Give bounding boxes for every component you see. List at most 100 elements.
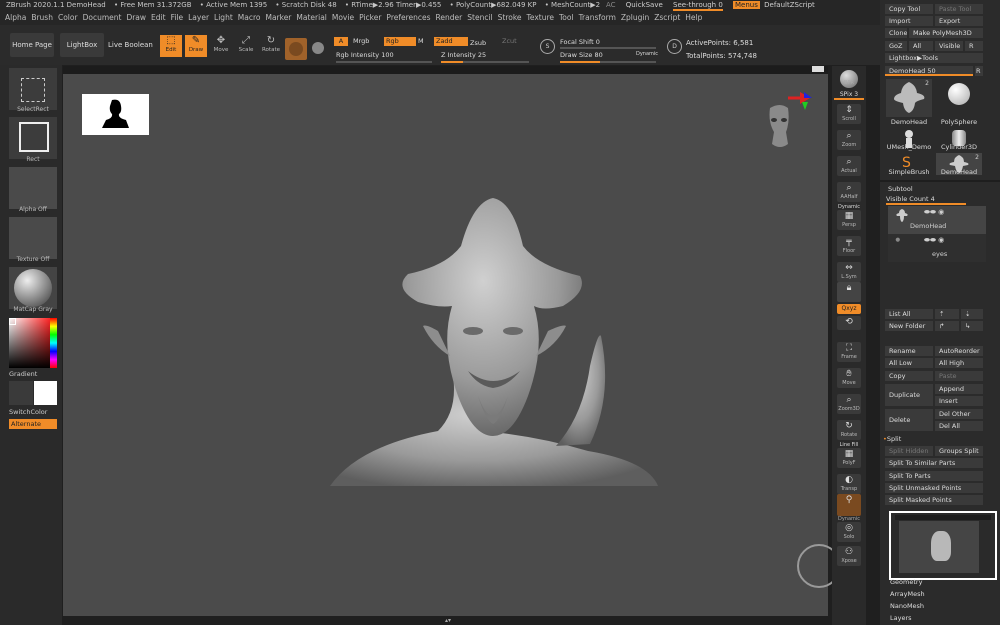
- menu-light[interactable]: Light: [214, 13, 233, 22]
- goz-visible-button[interactable]: Visible: [935, 41, 963, 51]
- material-swatch[interactable]: [285, 38, 307, 60]
- live-boolean-button[interactable]: Live Boolean: [108, 41, 153, 49]
- alternate-button[interactable]: Alternate: [9, 419, 57, 429]
- dynamic-toggle[interactable]: Dynamic: [636, 51, 658, 57]
- focal-shift-slider[interactable]: Focal Shift 0: [560, 38, 600, 46]
- menu-zscript[interactable]: Zscript: [654, 13, 680, 22]
- menu-document[interactable]: Document: [83, 13, 122, 22]
- transp-button[interactable]: ◐ Transp: [837, 474, 861, 494]
- brush-sphere-icon[interactable]: [312, 42, 324, 54]
- selectrect-button[interactable]: [9, 68, 57, 110]
- menu-tool[interactable]: Tool: [559, 13, 574, 22]
- autoreorder-button[interactable]: AutoReorder: [935, 346, 983, 356]
- menu-color[interactable]: Color: [58, 13, 78, 22]
- menu-alpha[interactable]: Alpha: [5, 13, 26, 22]
- menu-zplugin[interactable]: Zplugin: [621, 13, 649, 22]
- menu-transform[interactable]: Transform: [579, 13, 616, 22]
- mini-screenshot-preview[interactable]: [889, 511, 997, 580]
- draw-button[interactable]: ✎ Draw: [185, 35, 207, 57]
- menu-stroke[interactable]: Stroke: [498, 13, 522, 22]
- gradient-label[interactable]: Gradient: [9, 370, 37, 378]
- rgb-button[interactable]: Rgb: [384, 37, 416, 46]
- zadd-button[interactable]: Zadd: [434, 37, 468, 46]
- rgb-intensity-track[interactable]: [336, 61, 432, 63]
- menu-material[interactable]: Material: [296, 13, 326, 22]
- menu-help[interactable]: Help: [685, 13, 702, 22]
- scroll-button[interactable]: ⇕ Scroll: [837, 104, 861, 124]
- layers-section[interactable]: Layers: [890, 614, 912, 622]
- all-low-button[interactable]: All Low: [885, 358, 933, 368]
- new-folder-button[interactable]: New Folder: [885, 321, 933, 331]
- menu-macro[interactable]: Macro: [238, 13, 261, 22]
- menu-file[interactable]: File: [171, 13, 184, 22]
- menu-picker[interactable]: Picker: [359, 13, 381, 22]
- zcut-button[interactable]: Zcut: [502, 37, 517, 45]
- menu-preferences[interactable]: Preferences: [386, 13, 430, 22]
- alpha-button[interactable]: [9, 167, 57, 209]
- goz-r-button[interactable]: R: [965, 41, 983, 51]
- move-down-button[interactable]: ⇣: [961, 309, 983, 319]
- lightbox-button[interactable]: LightBox: [60, 33, 104, 57]
- arraymesh-section[interactable]: ArrayMesh: [890, 590, 925, 598]
- menu-layer[interactable]: Layer: [188, 13, 209, 22]
- del-all-button[interactable]: Del All: [935, 421, 983, 431]
- ghost-button[interactable]: ⚲: [837, 494, 861, 516]
- goz-button[interactable]: GoZ: [885, 41, 907, 51]
- copy-tool-button[interactable]: Copy Tool: [885, 4, 933, 14]
- floor-button[interactable]: ╤ Floor: [837, 236, 861, 256]
- matcap-button[interactable]: [9, 267, 57, 309]
- tool-thumb-demohead[interactable]: 2: [886, 79, 932, 117]
- menu-draw[interactable]: Draw: [126, 13, 146, 22]
- split-unmasked-button[interactable]: Split Unmasked Points: [885, 483, 983, 493]
- see-through-slider[interactable]: See-through 0: [673, 1, 723, 11]
- move-button[interactable]: ✥ Move: [210, 35, 232, 57]
- split-parts-button[interactable]: Split To Parts: [885, 471, 983, 481]
- subtool-row-eyes[interactable]: ⚫︎ ⬬⬬ ◉ eyes: [888, 234, 986, 262]
- visible-count-slider[interactable]: Visible Count 4: [886, 195, 966, 205]
- focal-shift-track[interactable]: [560, 47, 656, 49]
- subtool-row-demohead[interactable]: ⬬⬬ ◉ DemoHead: [888, 206, 986, 234]
- aahalf-button[interactable]: ⌕ AAHalf: [837, 182, 861, 202]
- orientation-gizmo[interactable]: [760, 88, 820, 163]
- frame-button[interactable]: ⛶ Frame: [837, 342, 861, 362]
- groups-split-button[interactable]: Groups Split: [935, 446, 983, 456]
- split-section-header[interactable]: •Split: [883, 435, 901, 443]
- folder-merge-button[interactable]: ↳: [961, 321, 983, 331]
- xpose-button[interactable]: ⚇ Xpose: [837, 546, 861, 566]
- subtool-header[interactable]: Subtool: [888, 185, 913, 193]
- rename-button[interactable]: Rename: [885, 346, 933, 356]
- primary-color-swatch[interactable]: [34, 381, 57, 405]
- rotate-view-button[interactable]: ↻ Rotate: [837, 420, 861, 440]
- lightbox-tools-button[interactable]: Lightbox▶Tools: [885, 53, 983, 63]
- texture-button[interactable]: [9, 217, 57, 259]
- a-button[interactable]: A: [334, 37, 348, 46]
- spix-slider[interactable]: SPix 3: [834, 91, 864, 100]
- del-other-button[interactable]: Del Other: [935, 409, 983, 419]
- m-button[interactable]: M: [418, 37, 424, 45]
- menu-brush[interactable]: Brush: [31, 13, 53, 22]
- menus-button[interactable]: Menus: [733, 1, 760, 9]
- list-all-button[interactable]: List All: [885, 309, 933, 319]
- menu-render[interactable]: Render: [436, 13, 463, 22]
- navigation-thumbnail[interactable]: [82, 94, 149, 135]
- insert-button[interactable]: Insert: [935, 396, 983, 406]
- lock-button[interactable]: 🔒︎: [837, 282, 861, 302]
- rotate-button[interactable]: ↻ Rotate: [260, 35, 282, 57]
- clone-button[interactable]: Clone: [885, 28, 907, 38]
- zoom-button[interactable]: ⌕ Zoom: [837, 130, 861, 150]
- paste-subtool-button[interactable]: Paste: [935, 371, 983, 381]
- subtool-eyes-visibility-icon[interactable]: ⬬⬬ ◉: [924, 236, 944, 245]
- scale-button[interactable]: ⤢ Scale: [235, 35, 257, 57]
- color-picker-cursor[interactable]: [9, 318, 16, 325]
- canvas-scroll-handle[interactable]: [812, 66, 824, 72]
- menu-marker[interactable]: Marker: [265, 13, 291, 22]
- switchcolor-button[interactable]: SwitchColor: [9, 408, 47, 416]
- zoom3d-button[interactable]: ⌕ Zoom3D: [837, 394, 861, 414]
- solo-button[interactable]: ◎ Solo: [837, 522, 861, 542]
- edit-button[interactable]: ⬚ Edit: [160, 35, 182, 57]
- hue-strip[interactable]: [50, 318, 57, 368]
- bottom-tray-toggle-icon[interactable]: ▴▾: [440, 617, 456, 624]
- move-view-button[interactable]: ✋︎ Move: [837, 368, 861, 388]
- mrgb-button[interactable]: Mrgb: [353, 37, 369, 45]
- lsym-button[interactable]: ⇔ L.Sym: [837, 262, 861, 282]
